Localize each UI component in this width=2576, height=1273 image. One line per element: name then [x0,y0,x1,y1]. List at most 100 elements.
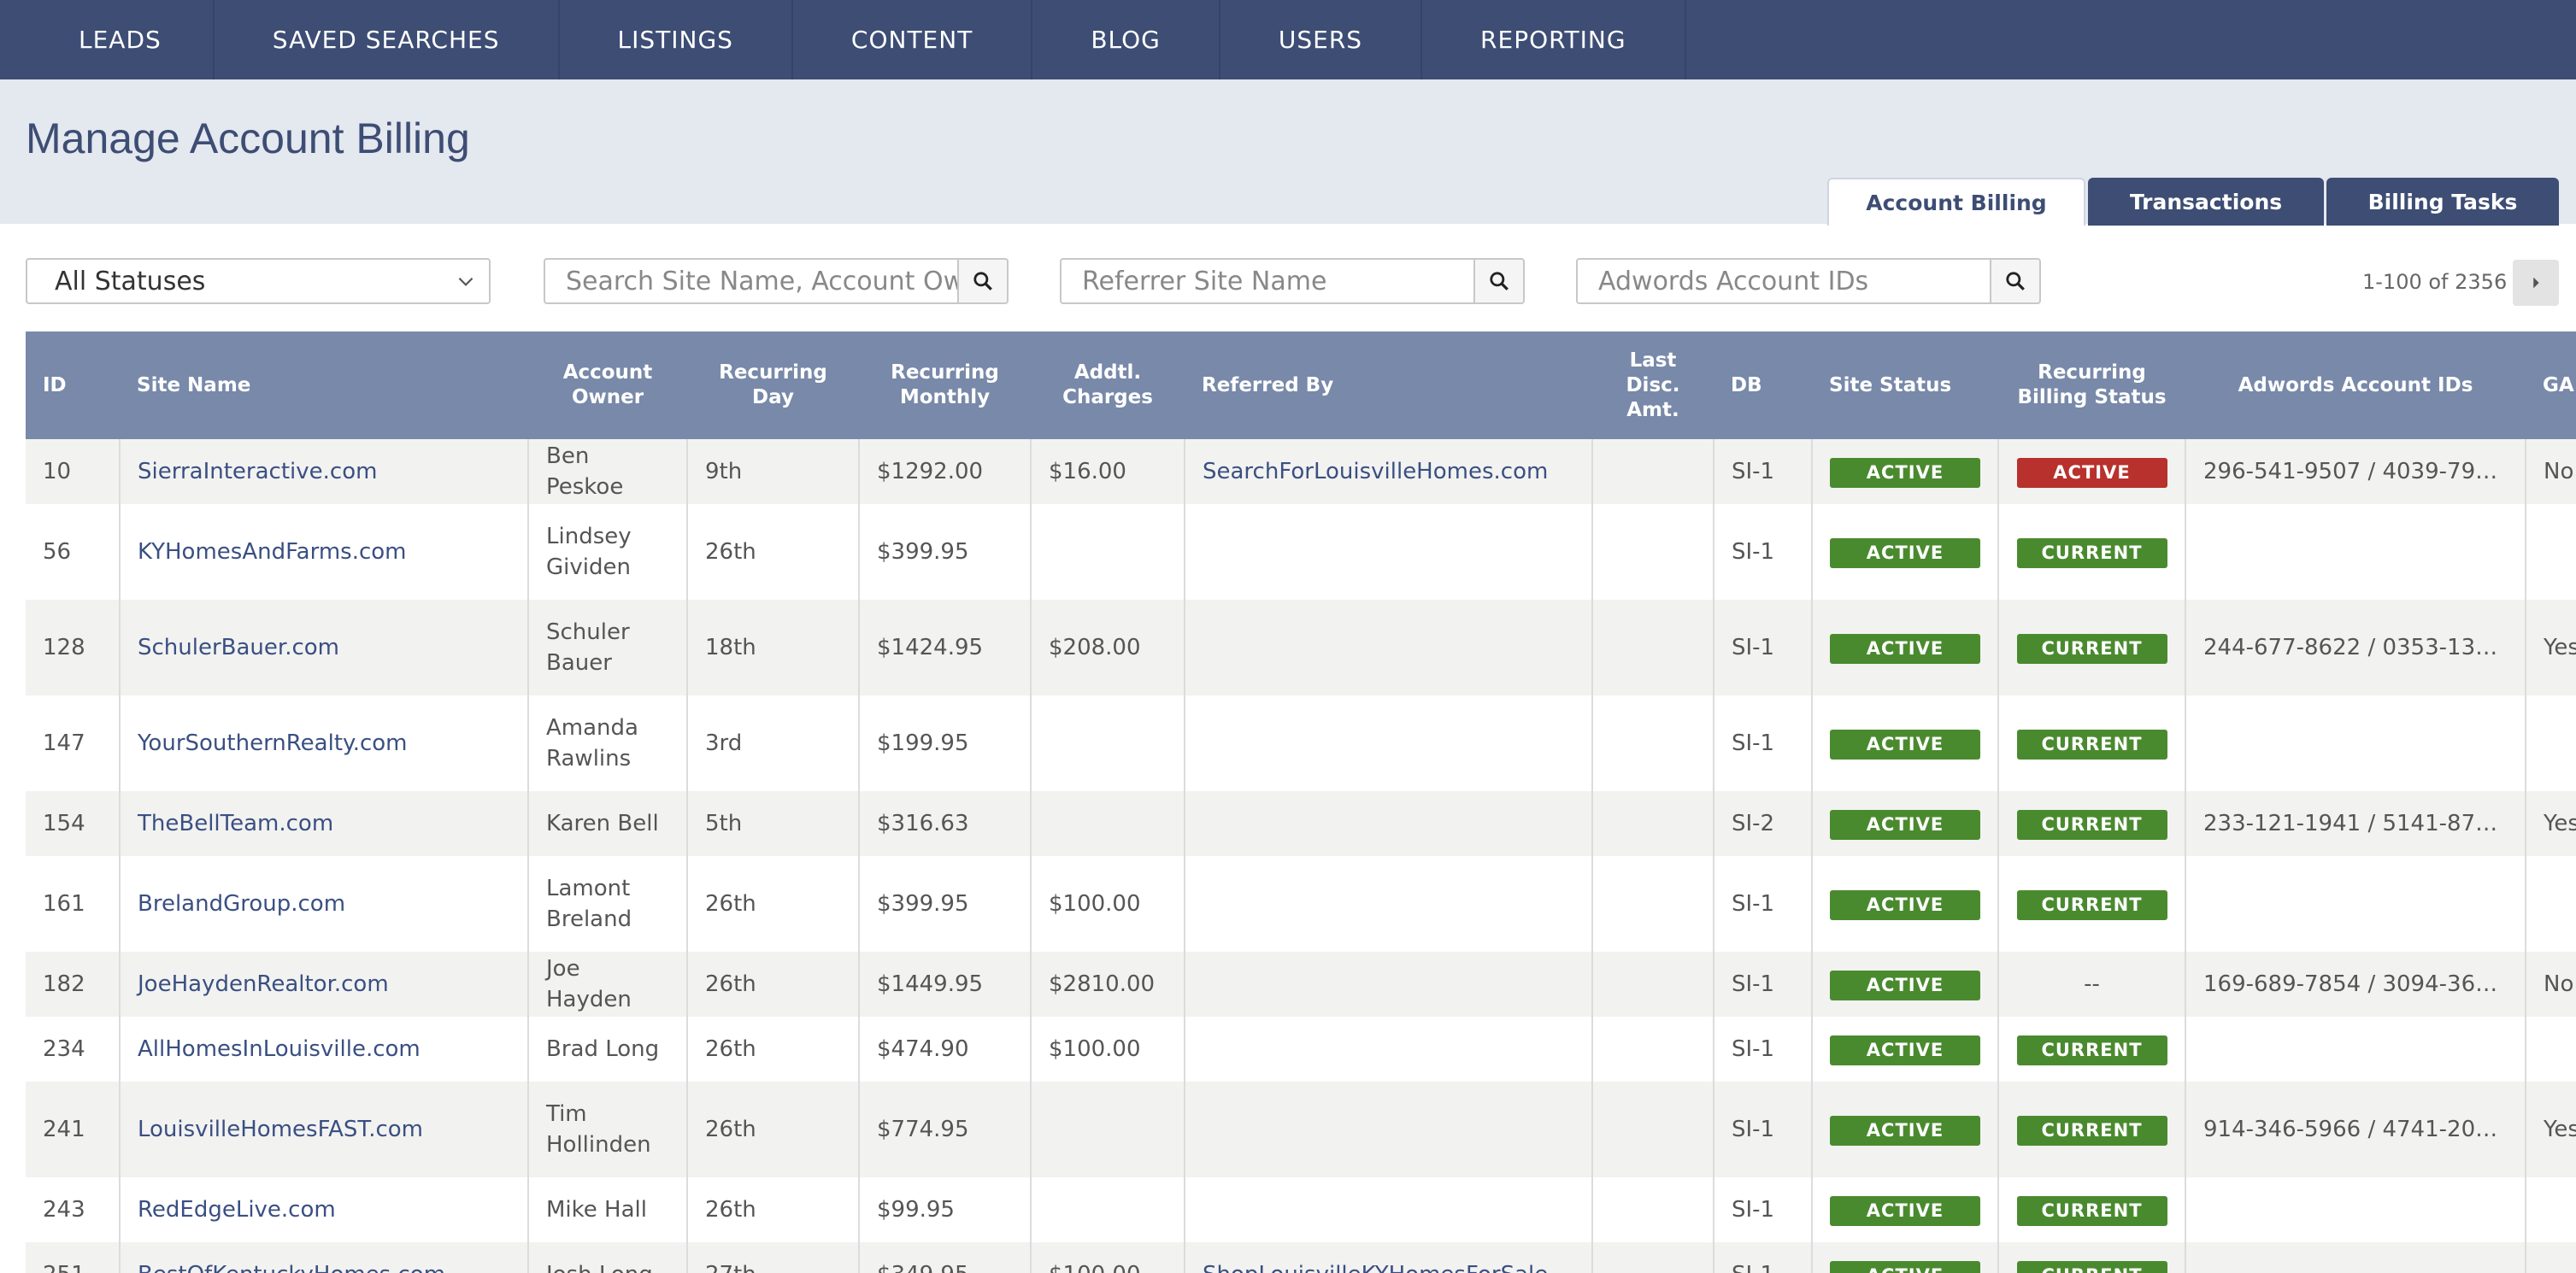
col-header-site-status[interactable]: Site Status [1812,331,1998,439]
tab-transactions[interactable]: Transactions [2088,178,2324,226]
cell-site-status: ACTIVE [1812,1017,1999,1082]
table-row[interactable]: 251BestOfKentuckyHomes.comJosh Long27th$… [26,1242,2576,1273]
cell-addtl-charges: $2810.00 [1031,952,1185,1017]
cell-recurring-monthly: $99.95 [859,1177,1032,1242]
col-header-last-disc-amt[interactable]: Last Disc. Amt. [1592,331,1714,439]
cell-referred-by-link[interactable] [1185,504,1593,600]
col-header-account-owner[interactable]: Account Owner [528,331,687,439]
site-search-box: Search Site Name, Account Own [544,258,1009,304]
site-search-button[interactable] [957,258,1009,304]
cell-site-name-link[interactable]: BrelandGroup.com [120,856,529,952]
col-header-site-name[interactable]: Site Name [120,331,528,439]
referrer-search-input[interactable]: Referrer Site Name [1060,258,1473,304]
nav-item-reporting[interactable]: REPORTING [1422,0,1686,79]
status-badge: ACTIVE [1830,970,1980,1000]
table-row[interactable]: 147 YourSouthernRealty.com Amanda Rawlins 3… [26,695,2576,791]
cell-site-name-link[interactable]: SchulerBauer.com [120,600,529,695]
cell-referred-by-link[interactable] [1185,1082,1593,1177]
cell-site-name-link[interactable]: SierraInteractive.com [120,439,529,504]
adwords-search-button[interactable] [1990,258,2041,304]
col-header-recurring-monthly[interactable]: Recurring Monthly [859,331,1031,439]
cell-billing-status: CURRENT [1998,695,2186,791]
cell-recurring-monthly: $316.63 [859,791,1032,856]
nav-item-users[interactable]: USERS [1220,0,1423,79]
cell-referred-by-link[interactable] [1185,791,1593,856]
cell-site-name-link[interactable]: JoeHaydenRealtor.com [120,952,529,1017]
next-page-button[interactable] [2513,260,2559,306]
cell-last-disc-amt [1592,1177,1714,1242]
cell-referred-by-link[interactable] [1185,695,1593,791]
cell-site-name-link[interactable]: BestOfKentuckyHomes.com [120,1242,529,1273]
cell-site-name-link[interactable]: LouisvilleHomesFAST.com [120,1082,529,1177]
adwords-search-input[interactable]: Adwords Account IDs [1576,258,1990,304]
cell-recurring-day: 5th [687,791,860,856]
table-row[interactable]: 182 JoeHaydenRealtor.com Joe Hayden 26th $14… [26,952,2576,1017]
cell-ga-adv: No [2526,439,2576,504]
cell-recurring-monthly: $349.95 [859,1242,1032,1273]
cell-adwords-ids [2185,856,2526,952]
nav-item-blog[interactable]: BLOG [1032,0,1220,79]
cell-db: SI-1 [1714,1177,1813,1242]
cell-adwords-ids: 296-541-9507 / 4039-7926... [2185,439,2526,504]
col-header-recurring-day[interactable]: Recurring Day [687,331,859,439]
cell-referred-by-link[interactable] [1185,952,1593,1017]
col-header-db[interactable]: DB [1714,331,1812,439]
cell-ga-adv: No [2526,952,2576,1017]
col-header-referred-by[interactable]: Referred By [1185,331,1592,439]
cell-referred-by-link[interactable] [1185,856,1593,952]
cell-ga-adv [2526,1177,2576,1242]
chevron-right-icon [2533,277,2539,289]
cell-billing-status: CURRENT [1998,791,2186,856]
referrer-search-button[interactable] [1473,258,1525,304]
cell-db: SI-1 [1714,1242,1813,1273]
table-row[interactable]: 161 BrelandGroup.com Lamont Breland 26th $39… [26,856,2576,952]
cell-ga-adv: Yes [2526,1082,2576,1177]
site-search-input[interactable]: Search Site Name, Account Own [544,258,957,304]
cell-ga-adv: Yes [2526,791,2576,856]
table-row[interactable]: 128 SchulerBauer.com Schuler Bauer 18th $142… [26,600,2576,695]
cell-site-name-link[interactable]: TheBellTeam.com [120,791,529,856]
cell-site-name-link[interactable]: RedEdgeLive.com [120,1177,529,1242]
cell-addtl-charges: $16.00 [1031,439,1185,504]
status-badge: ACTIVE [1830,729,1980,760]
table-row[interactable]: 243 RedEdgeLive.com Mike Hall 26th $99.95 SI-… [26,1177,2576,1242]
nav-item-listings[interactable]: LISTINGS [560,0,793,79]
tab-account-billing[interactable]: Account Billing [1827,178,2085,226]
cell-last-disc-amt [1592,600,1714,695]
cell-adwords-ids: 914-346-5966 / 4741-2083... [2185,1082,2526,1177]
table-row[interactable]: 10 SierraInteractive.com Ben Peskoe 9th $129… [26,439,2576,504]
cell-referred-by-link[interactable] [1185,1177,1593,1242]
table-row[interactable]: 56 KYHomesAndFarms.com Lindsey Gividen 26th… [26,504,2576,600]
col-header-addtl-charges[interactable]: Addtl. Charges [1031,331,1185,439]
cell-site-status: ACTIVE [1812,695,1999,791]
col-header-recurring-billing-status[interactable]: Recurring Billing Status [1998,331,2185,439]
status-select[interactable]: All Statuses [26,258,491,304]
status-badge: ACTIVE [1830,457,1980,488]
cell-id: 56 [26,504,121,600]
cell-site-status: ACTIVE [1812,439,1999,504]
cell-site-name-link[interactable]: AllHomesInLouisville.com [120,1017,529,1082]
nav-item-leads[interactable]: LEADS [0,0,215,79]
cell-id: 154 [26,791,121,856]
cell-site-name-link[interactable]: KYHomesAndFarms.com [120,504,529,600]
cell-referred-by-link[interactable] [1185,1017,1593,1082]
nav-item-content[interactable]: CONTENT [793,0,1033,79]
cell-billing-status: -- [1998,952,2186,1017]
col-header-adwords-account-ids[interactable]: Adwords Account IDs [2185,331,2526,439]
cell-account-owner: Karen Bell [528,791,688,856]
cell-site-status: ACTIVE [1812,791,1999,856]
nav-item-saved-searches[interactable]: SAVED SEARCHES [215,0,560,79]
table-row[interactable]: 241 LouisvilleHomesFAST.com Tim Hollinden 2… [26,1082,2576,1177]
cell-referred-by-link[interactable]: ShopLouisvilleKYHomesForSale.com [1185,1242,1593,1273]
table-row[interactable]: 234 AllHomesInLouisville.com Brad Long 26th… [26,1017,2576,1082]
cell-db: SI-1 [1714,952,1813,1017]
cell-site-name-link[interactable]: YourSouthernRealty.com [120,695,529,791]
col-header-id[interactable]: ID [26,331,120,439]
cell-site-status: ACTIVE [1812,1082,1999,1177]
col-header-ga-adv[interactable]: GA Adv [2526,331,2576,439]
tab-billing-tasks[interactable]: Billing Tasks [2326,178,2559,226]
cell-referred-by-link[interactable]: SearchForLouisvilleHomes.com [1185,439,1593,504]
cell-referred-by-link[interactable] [1185,600,1593,695]
cell-ga-adv [2526,695,2576,791]
table-row[interactable]: 154 TheBellTeam.com Karen Bell 5th $316.63 SI… [26,791,2576,856]
